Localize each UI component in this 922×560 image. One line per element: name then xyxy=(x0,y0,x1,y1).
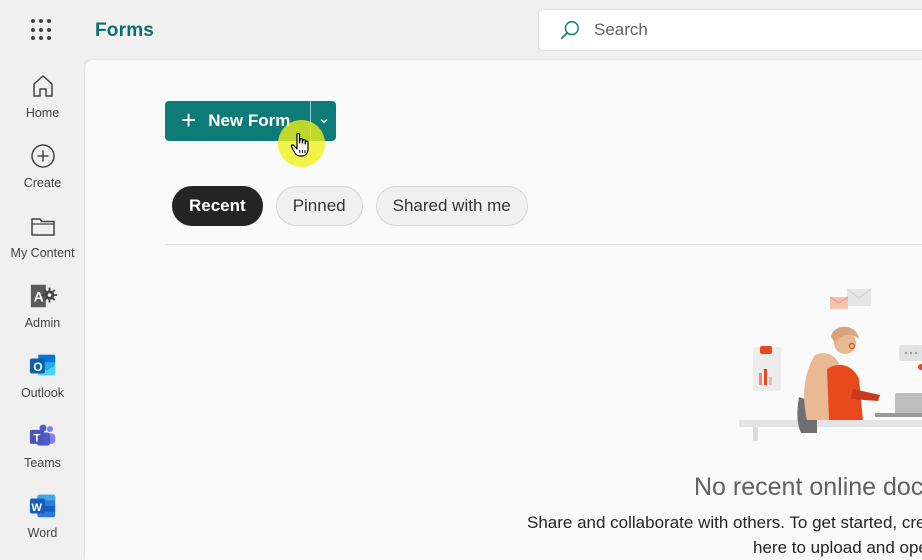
svg-text:T: T xyxy=(33,432,40,444)
rail-item-label: Admin xyxy=(24,316,61,330)
word-icon: W xyxy=(29,491,57,521)
search-placeholder: Search xyxy=(594,20,648,39)
rail-item-outlook[interactable]: O Outlook xyxy=(0,342,85,408)
create-plus-icon xyxy=(29,141,57,171)
empty-state-description: Share and collaborate with others. To ge… xyxy=(527,513,922,532)
search-icon xyxy=(560,21,579,40)
new-form-dropdown-button[interactable] xyxy=(311,101,336,141)
empty-state-illustration xyxy=(739,288,922,441)
rail-item-label: My Content xyxy=(10,246,75,260)
app-launcher-icon[interactable] xyxy=(30,18,54,42)
search-box[interactable]: Search xyxy=(538,9,922,51)
new-form-button[interactable]: + New Form xyxy=(165,101,310,141)
admin-icon: A xyxy=(29,281,57,311)
svg-text:W: W xyxy=(31,502,42,514)
home-icon xyxy=(29,71,57,101)
teams-icon: T xyxy=(29,421,57,451)
chevron-down-icon xyxy=(320,119,327,124)
rail-item-label: Teams xyxy=(24,456,61,470)
tab-shared-with-me[interactable]: Shared with me xyxy=(375,186,528,226)
outlook-icon: O xyxy=(29,351,57,381)
rail-item-word[interactable]: W Word xyxy=(0,482,85,548)
top-bar: Forms Search xyxy=(0,0,922,60)
empty-state-description-line2: here to upload and open. xyxy=(753,538,922,557)
plus-icon: + xyxy=(181,105,197,135)
rail-item-label: Create xyxy=(23,176,62,190)
svg-text:A: A xyxy=(33,289,43,305)
rail-item-home[interactable]: Home xyxy=(0,62,85,128)
app-title[interactable]: Forms xyxy=(95,20,154,42)
rail-item-label: Word xyxy=(27,526,58,540)
empty-state-title: No recent online documents xyxy=(694,473,922,501)
rail-item-admin[interactable]: A Admin xyxy=(0,272,85,338)
rail-item-teams[interactable]: T Teams xyxy=(0,412,85,478)
new-form-label: New Form xyxy=(208,111,291,130)
svg-text:O: O xyxy=(33,360,42,374)
rail-item-my-content[interactable]: My Content xyxy=(0,202,85,268)
left-rail: Home Create My Content A Admin O Outlook… xyxy=(0,60,85,560)
filter-tabs: Recent Pinned Shared with me xyxy=(172,186,541,226)
new-form-split-button: + New Form xyxy=(165,101,336,141)
rail-item-label: Outlook xyxy=(20,386,65,400)
tab-pinned[interactable]: Pinned xyxy=(275,186,363,226)
tab-recent[interactable]: Recent xyxy=(172,186,263,226)
rail-item-label: Home xyxy=(25,106,60,120)
main-content: + New Form Recent Pinned Shared with me xyxy=(85,60,922,560)
folder-icon xyxy=(29,211,57,241)
rail-item-create[interactable]: Create xyxy=(0,132,85,198)
divider xyxy=(165,244,922,245)
